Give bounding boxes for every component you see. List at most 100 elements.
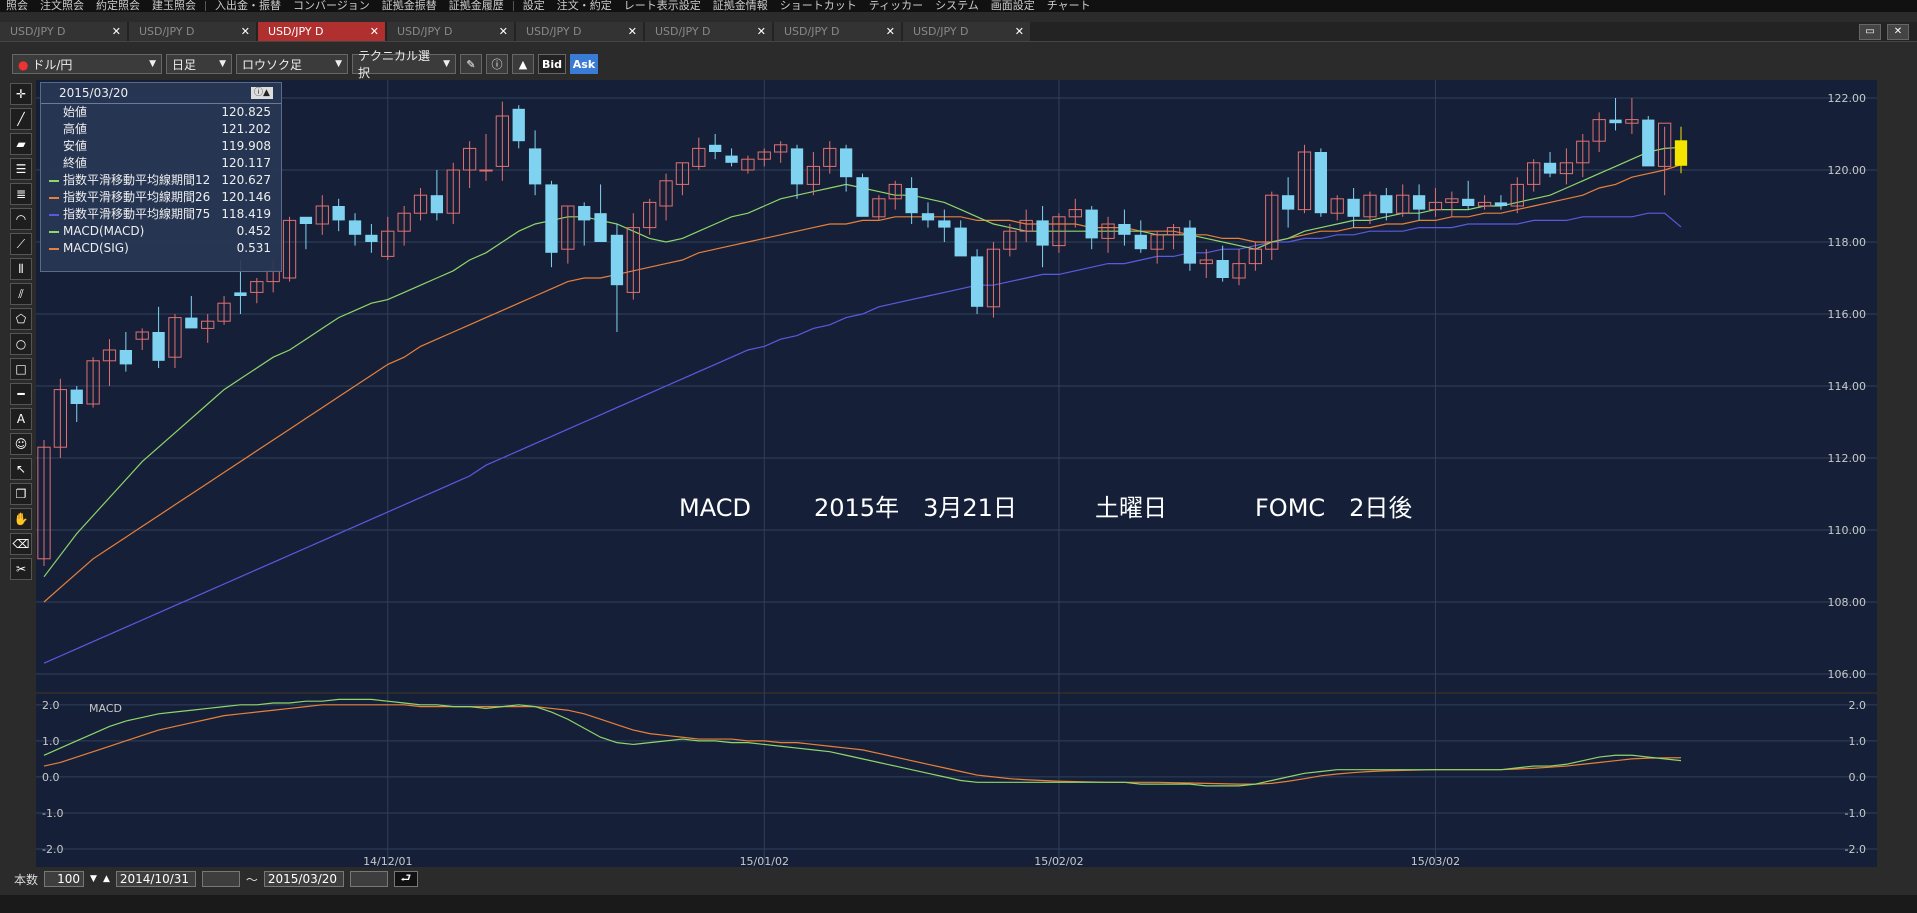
collapse-info-button[interactable]: ⓘ▲ bbox=[251, 87, 273, 99]
info-row-value: 119.908 bbox=[221, 139, 271, 153]
currency-pair-select[interactable]: ● ドル/円 ▼ bbox=[12, 54, 162, 74]
menu-item[interactable]: ティッカー bbox=[863, 0, 929, 12]
pentagon-tool[interactable]: ⬠ bbox=[10, 308, 32, 330]
chart-tab[interactable]: USD/JPY D ✕ bbox=[258, 22, 385, 41]
menu-item[interactable]: 証拠金情報 bbox=[707, 0, 774, 12]
to-date-input[interactable]: 2015/03/20 bbox=[263, 871, 344, 887]
crosshair-tool[interactable]: ✛ bbox=[10, 83, 32, 105]
chart-tab[interactable]: USD/JPY D ✕ bbox=[774, 22, 901, 41]
menu-item[interactable]: 照会 bbox=[0, 0, 34, 12]
ask-button[interactable]: Ask bbox=[570, 54, 598, 74]
menu-item[interactable]: ショートカット bbox=[774, 0, 863, 12]
to-time-input[interactable] bbox=[349, 871, 388, 887]
candle-body bbox=[152, 332, 165, 361]
count-increase-button[interactable]: ▲ bbox=[103, 874, 110, 884]
close-tab-icon[interactable]: ✕ bbox=[886, 25, 895, 38]
close-tab-icon[interactable]: ✕ bbox=[241, 25, 250, 38]
menu-item[interactable]: 注文照会 bbox=[34, 0, 90, 12]
menu-item[interactable]: 約定照会 bbox=[90, 0, 146, 12]
chart-area[interactable]: 122.00 120.00 118.00 116.00 114.00 112.00 110.… bbox=[36, 80, 1917, 868]
text-tool[interactable]: A bbox=[10, 408, 32, 430]
annotation-text: 土曜日 bbox=[1095, 494, 1167, 522]
count-decrease-button[interactable]: ▼ bbox=[90, 874, 97, 884]
technical-select[interactable]: テクニカル選択 ▼ bbox=[352, 49, 456, 80]
menu-item[interactable]: 注文・約定 bbox=[551, 0, 618, 12]
copy-tool[interactable]: ❐ bbox=[10, 483, 32, 505]
chart-tab[interactable]: USD/JPY D ✕ bbox=[387, 22, 514, 41]
candle-body bbox=[70, 389, 83, 404]
sub-y-tick-label: 1.0 bbox=[1849, 735, 1867, 748]
candle-body bbox=[1314, 152, 1327, 214]
eraser-tool[interactable]: ⌫ bbox=[10, 533, 32, 555]
chart-tab[interactable]: USD/JPY D ✕ bbox=[645, 22, 772, 41]
price-chart[interactable]: 122.00 120.00 118.00 116.00 114.00 112.00 110.… bbox=[36, 80, 1917, 868]
gann-tool[interactable]: ⫽ bbox=[10, 283, 32, 305]
arc-icon: ◠ bbox=[15, 212, 27, 226]
legend-swatch bbox=[49, 247, 59, 250]
close-tab-icon[interactable]: ✕ bbox=[757, 25, 766, 38]
emoji-icon-tool[interactable]: ☺ bbox=[10, 433, 32, 455]
chart-tab[interactable]: USD/JPY D ✕ bbox=[0, 22, 127, 41]
ruler-tool[interactable]: ▰ bbox=[10, 133, 32, 155]
menu-item[interactable]: チャート bbox=[1041, 0, 1097, 12]
candle-body bbox=[528, 148, 542, 185]
tab-label: USD/JPY D bbox=[784, 25, 840, 38]
close-tab-icon[interactable]: ✕ bbox=[628, 25, 637, 38]
candle-body bbox=[1216, 260, 1229, 278]
chart-tab[interactable]: USD/JPY D ✕ bbox=[129, 22, 256, 41]
fan-tool[interactable]: ⟋ bbox=[10, 233, 32, 255]
count-value: 100 bbox=[57, 872, 81, 886]
copy-icon: ❐ bbox=[15, 487, 27, 501]
y-tick-label: 118.00 bbox=[1828, 236, 1867, 249]
chart-type-select[interactable]: ロウソク足 ▼ bbox=[236, 54, 348, 74]
candle-body bbox=[856, 177, 869, 217]
hline-single-tool[interactable]: ━ bbox=[10, 383, 32, 405]
menu-item[interactable]: 入出金・振替 bbox=[209, 0, 287, 12]
from-time-input[interactable] bbox=[201, 871, 240, 887]
bid-button[interactable]: Bid bbox=[538, 54, 566, 74]
area-chart-icon: ▲ bbox=[518, 57, 528, 71]
menu-item[interactable]: 建玉照会 bbox=[146, 0, 202, 12]
draw-pen-button[interactable]: ✎ bbox=[460, 54, 482, 74]
close-tab-icon[interactable]: ✕ bbox=[499, 25, 508, 38]
x-tick-label: 15/03/02 bbox=[1411, 855, 1460, 868]
candle-body bbox=[1462, 198, 1475, 206]
info-row-label: MACD(SIG) bbox=[49, 240, 129, 257]
count-input[interactable]: 100 bbox=[44, 871, 85, 887]
candle-body bbox=[512, 108, 525, 142]
menu-item[interactable]: コンバージョン bbox=[287, 0, 376, 12]
fibonacci-tool[interactable]: ≣ bbox=[10, 183, 32, 205]
menu-item[interactable]: 証拠金履歴 bbox=[443, 0, 510, 12]
period-select[interactable]: 日足 ▼ bbox=[166, 54, 232, 74]
close-tab-icon[interactable]: ✕ bbox=[370, 25, 379, 38]
horizontal-line-icon: ━ bbox=[17, 387, 25, 401]
cursor-tool[interactable]: ↖ bbox=[10, 458, 32, 480]
arc-tool[interactable]: ◠ bbox=[10, 208, 32, 230]
close-tab-icon[interactable]: ✕ bbox=[1015, 25, 1024, 38]
candle-body bbox=[954, 227, 967, 257]
from-date-input[interactable]: 2014/10/31 bbox=[115, 871, 196, 887]
vertical-lines-icon: ⦀ bbox=[18, 261, 24, 276]
restore-window-button[interactable]: ▭ bbox=[1859, 24, 1881, 40]
menu-item[interactable]: システム bbox=[929, 0, 985, 12]
info-button[interactable]: ⓘ bbox=[486, 54, 508, 74]
menu-item[interactable]: 画面設定 bbox=[985, 0, 1041, 12]
apply-range-button[interactable]: ⮐ bbox=[393, 871, 418, 887]
candle-body bbox=[725, 155, 738, 163]
chart-tab[interactable]: USD/JPY D ✕ bbox=[516, 22, 643, 41]
circle-tool[interactable]: ○ bbox=[10, 333, 32, 355]
menu-item[interactable]: レート表示設定 bbox=[618, 0, 707, 12]
rectangle-tool[interactable]: □ bbox=[10, 358, 32, 380]
menu-item[interactable]: 設定 bbox=[517, 0, 551, 12]
sub-y-tick-label: 0.0 bbox=[1849, 771, 1867, 784]
chart-tab[interactable]: USD/JPY D ✕ bbox=[903, 22, 1030, 41]
close-window-button[interactable]: ✕ bbox=[1887, 24, 1909, 40]
area-chart-button[interactable]: ▲ bbox=[512, 54, 534, 74]
hline-tool[interactable]: ☰ bbox=[10, 158, 32, 180]
trendline-tool[interactable]: ╱ bbox=[10, 108, 32, 130]
close-tab-icon[interactable]: ✕ bbox=[112, 25, 121, 38]
vlines-tool[interactable]: ⦀ bbox=[10, 258, 32, 280]
eraser-all-tool[interactable]: ✂ bbox=[10, 558, 32, 580]
hand-tool[interactable]: ✋ bbox=[10, 508, 32, 530]
menu-item[interactable]: 証拠金振替 bbox=[376, 0, 443, 12]
